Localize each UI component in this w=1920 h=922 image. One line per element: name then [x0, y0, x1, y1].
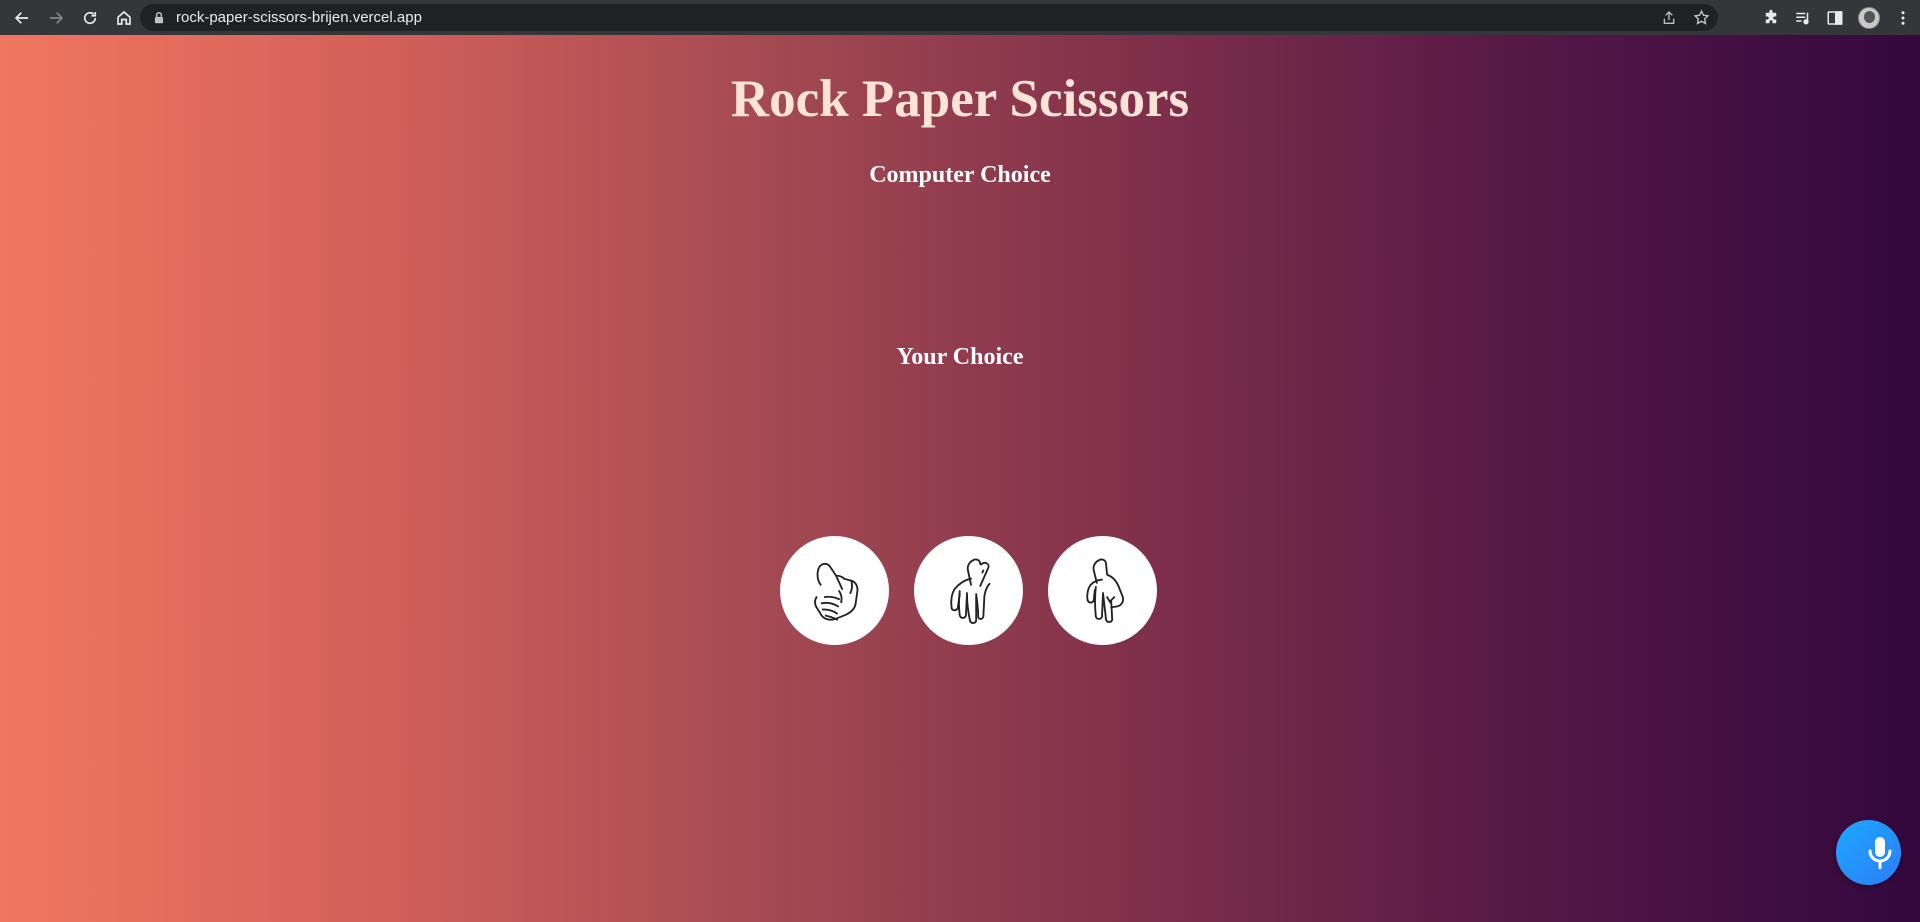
share-icon[interactable]: [1660, 9, 1678, 27]
lock-icon: [152, 11, 166, 25]
browser-toolbar: rock-paper-scissors-brijen.vercel.app: [0, 0, 1920, 35]
microphone-icon: [1868, 836, 1892, 869]
profile-avatar[interactable]: [1858, 6, 1880, 29]
rock-hand-icon: [813, 562, 858, 621]
choice-buttons: [780, 536, 1157, 645]
rock-button[interactable]: [780, 536, 889, 645]
scissors-hand-icon: [1085, 558, 1124, 623]
forward-icon[interactable]: [40, 2, 72, 34]
menu-icon[interactable]: [1894, 9, 1912, 27]
paper-button[interactable]: [914, 536, 1023, 645]
star-icon[interactable]: [1692, 9, 1710, 27]
address-bar[interactable]: rock-paper-scissors-brijen.vercel.app: [140, 4, 1718, 31]
paper-hand-icon: [949, 558, 990, 624]
computer-choice-heading: Computer Choice: [869, 162, 1051, 188]
page-title: Rock Paper Scissors: [730, 70, 1190, 128]
media-icon[interactable]: [1794, 9, 1812, 27]
game-page: Rock Paper Scissors Computer Choice Your…: [0, 35, 1920, 922]
home-icon[interactable]: [108, 2, 140, 34]
url-text: rock-paper-scissors-brijen.vercel.app: [176, 9, 422, 26]
scissors-button[interactable]: [1048, 536, 1157, 645]
back-icon[interactable]: [6, 2, 38, 34]
sidebar-icon[interactable]: [1826, 9, 1844, 27]
extensions-icon[interactable]: [1762, 9, 1780, 27]
your-choice-heading: Your Choice: [896, 344, 1024, 370]
reload-icon[interactable]: [74, 2, 106, 34]
voice-assistant-button[interactable]: [1836, 820, 1901, 885]
